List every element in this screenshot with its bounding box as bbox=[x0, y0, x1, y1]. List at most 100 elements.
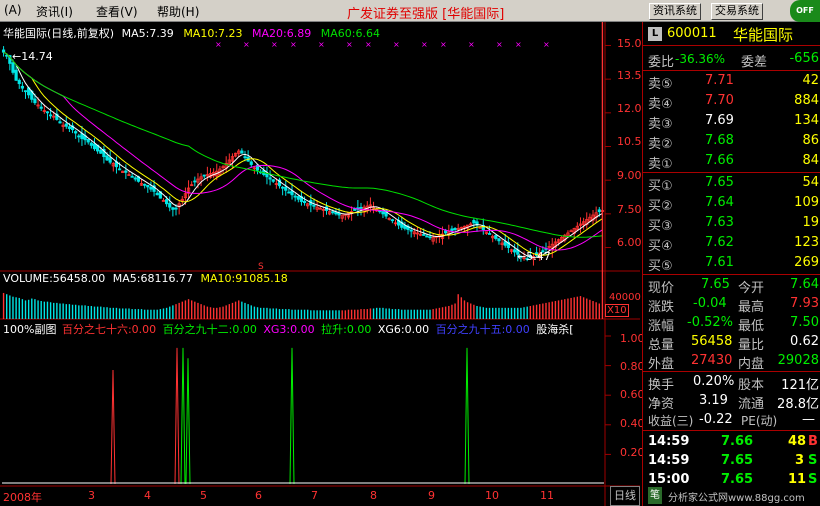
ma20-label: MA20:6.89 bbox=[252, 27, 312, 40]
menu-item-info[interactable]: 资讯(I) bbox=[36, 3, 73, 20]
indicator-tick: 1.00 bbox=[620, 332, 645, 345]
menu-item-a[interactable]: (A) bbox=[4, 3, 22, 17]
price-tick: 7.50 bbox=[617, 203, 642, 216]
chart-area: × × × × × × × × × × × × × × S 华能国际(日线,前复权) MA5:7.39 MA… bbox=[0, 22, 649, 506]
bid-row: 买① 7.65 54 bbox=[648, 175, 819, 194]
candle-body bbox=[202, 174, 206, 177]
info-system-button[interactable]: 资讯系统 bbox=[649, 3, 701, 20]
fundamental-row: 净资 3.19 流通 28.8亿 bbox=[648, 393, 819, 412]
ask-row: 卖① 7.66 84 bbox=[648, 153, 819, 172]
candle-body bbox=[287, 191, 291, 194]
menu-bar: (A) 资讯(I) 查看(V) 帮助(H) 广发证券至强版 [华能国际] 资讯系… bbox=[0, 0, 820, 22]
date-tick: 10 bbox=[485, 489, 499, 502]
candle-body bbox=[23, 90, 28, 93]
candle-body bbox=[444, 230, 448, 234]
candle-body bbox=[497, 238, 501, 242]
fundamental-row: 换手 0.20% 股本 121亿 bbox=[648, 374, 819, 393]
status-toggle-icon[interactable]: OFF bbox=[790, 0, 820, 22]
weibi-row: 委比 -36.36% 委差 -656 bbox=[648, 51, 819, 70]
signal-marker: × bbox=[215, 40, 222, 49]
signal-marker: × bbox=[440, 40, 447, 49]
candle-body bbox=[193, 180, 197, 183]
candle-body bbox=[1, 49, 6, 53]
date-tick: 9 bbox=[428, 489, 435, 502]
signal-marker: × bbox=[515, 40, 522, 49]
site-watermark: 分析家公式网www.88gg.com bbox=[668, 493, 805, 504]
candle-body bbox=[133, 177, 137, 180]
indicator-tick: 0.40 bbox=[620, 417, 645, 430]
candle-body bbox=[240, 150, 244, 154]
stat-row: 外盘 27430 内盘 29028 bbox=[648, 353, 819, 372]
date-tick: 11 bbox=[540, 489, 554, 502]
high-annotation: ←14.74 bbox=[12, 50, 53, 63]
menu-item-view[interactable]: 查看(V) bbox=[96, 3, 138, 20]
signal-marker: × bbox=[243, 40, 250, 49]
candle-body bbox=[161, 199, 166, 202]
indicator-spike bbox=[180, 347, 186, 485]
date-tick: 3 bbox=[88, 489, 95, 502]
signal-marker: × bbox=[543, 40, 550, 49]
volume-scale: X10 bbox=[605, 304, 629, 317]
period-tab[interactable]: 日线 bbox=[610, 486, 640, 506]
candle-body bbox=[390, 219, 394, 222]
candle-body bbox=[77, 135, 81, 138]
candle-body bbox=[268, 177, 272, 180]
bid-row: 买⑤ 7.61 269 bbox=[648, 255, 819, 274]
candle-body bbox=[92, 143, 97, 150]
candle-body bbox=[450, 228, 454, 232]
stat-row: 涨跌 -0.04 最高 7.93 bbox=[648, 296, 819, 315]
date-tick: 6 bbox=[255, 489, 262, 502]
signal-marker: × bbox=[365, 40, 372, 49]
candle-body bbox=[293, 195, 297, 198]
candle-body bbox=[58, 121, 62, 124]
volume-tick: 40000 bbox=[609, 292, 641, 303]
price-legend: 华能国际(日线,前复权) MA5:7.39 MA10:7.23 MA20:6.8… bbox=[3, 25, 380, 41]
candle-body bbox=[74, 131, 78, 134]
chart-title: 华能国际(日线,前复权) bbox=[3, 27, 115, 40]
bid-row: 买② 7.64 109 bbox=[648, 195, 819, 214]
stock-code: 600011 bbox=[667, 26, 717, 41]
candle-body bbox=[302, 200, 307, 204]
price-tick: 9.00 bbox=[617, 169, 642, 182]
indicator-spike bbox=[110, 370, 116, 485]
candle-body bbox=[597, 209, 601, 213]
signal-marker: × bbox=[468, 40, 475, 49]
indicator-tick: 0.60 bbox=[620, 388, 645, 401]
candle-body bbox=[117, 168, 122, 171]
volume-legend: VOLUME:56458.00 MA5:68116.77 MA10:91085.… bbox=[3, 272, 288, 285]
candle-body bbox=[33, 98, 37, 104]
menu-item-help[interactable]: 帮助(H) bbox=[157, 3, 199, 20]
trade-system-button[interactable]: 交易系统 bbox=[711, 3, 763, 20]
date-tick: 7 bbox=[311, 489, 318, 502]
candle-body bbox=[472, 220, 476, 224]
low-annotation: ←5.47 bbox=[517, 250, 551, 263]
candle-body bbox=[494, 235, 498, 239]
fundamental-row: 收益(三) -0.22 PE(动) — bbox=[648, 412, 815, 428]
signal-marker: × bbox=[271, 40, 278, 49]
candle-body bbox=[425, 235, 429, 238]
indicator-spike bbox=[464, 347, 470, 485]
ask-row: 卖④ 7.70 884 bbox=[648, 93, 819, 112]
bid-row: 买④ 7.62 123 bbox=[648, 235, 819, 254]
indicator-spike bbox=[185, 358, 191, 485]
candle-body bbox=[86, 138, 90, 143]
stat-row: 总量 56458 量比 0.62 bbox=[648, 334, 819, 353]
candle-body bbox=[171, 207, 175, 210]
candle-body bbox=[422, 234, 426, 236]
candle-body bbox=[48, 114, 53, 117]
tick-row: 14:59 7.66 48 B bbox=[648, 434, 818, 449]
candle-body bbox=[381, 211, 385, 215]
candle-body bbox=[174, 207, 178, 210]
signal-marker: × bbox=[346, 40, 353, 49]
candle-body bbox=[130, 175, 134, 178]
price-tick: 6.00 bbox=[617, 236, 642, 249]
level-badge-icon: L bbox=[648, 27, 662, 41]
pen-icon[interactable]: 笔 bbox=[648, 487, 662, 504]
ask-row: 卖② 7.68 86 bbox=[648, 133, 819, 152]
quote-panel: L 600011 华能国际 委比 -36.36% 委差 -656 卖⑤ 7.71… bbox=[642, 22, 820, 506]
candle-body bbox=[155, 192, 159, 196]
date-tick: 4 bbox=[144, 489, 151, 502]
indicator-tick: 0.20 bbox=[620, 446, 645, 459]
candle-body bbox=[124, 170, 128, 173]
candle-body bbox=[143, 183, 147, 186]
